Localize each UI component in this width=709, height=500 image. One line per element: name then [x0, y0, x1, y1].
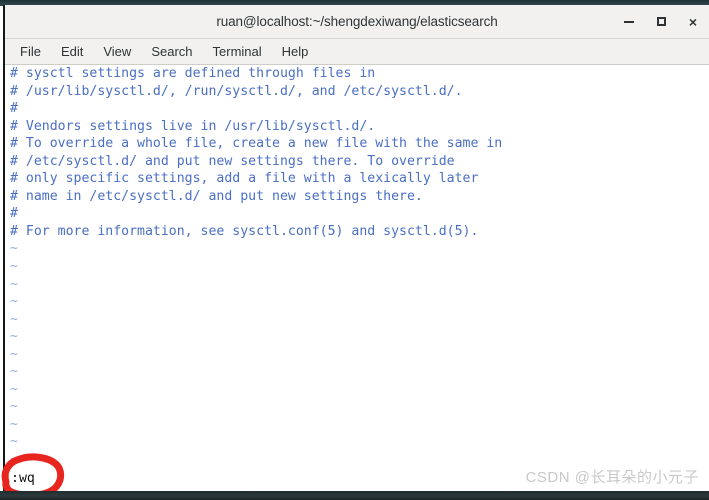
- menu-item-help[interactable]: Help: [272, 42, 319, 62]
- menu-item-search[interactable]: Search: [141, 42, 202, 62]
- vim-buffer-line: #: [10, 101, 18, 117]
- terminal-content[interactable]: # sysctl settings are defined through fi…: [5, 65, 709, 492]
- vim-empty-line-marker: ~: [10, 434, 18, 450]
- close-icon: ×: [688, 13, 698, 30]
- vim-buffer-line: # name in /etc/sysctl.d/ and put new set…: [10, 188, 423, 204]
- vim-buffer-line: # sysctl settings are defined through fi…: [10, 66, 376, 81]
- menu-item-view[interactable]: View: [93, 42, 141, 62]
- vim-empty-line-marker: ~: [10, 416, 18, 432]
- maximize-button[interactable]: [653, 14, 669, 30]
- vim-empty-line-marker: ~: [10, 346, 18, 362]
- close-button[interactable]: ×: [685, 14, 701, 30]
- window-title: ruan@localhost:~/shengdexiwang/elasticse…: [216, 14, 498, 29]
- watermark-text: CSDN @长耳朵的小元子: [525, 469, 699, 486]
- vim-empty-line-marker: ~: [10, 399, 18, 415]
- minimize-button[interactable]: [621, 14, 637, 30]
- menu-item-file[interactable]: File: [17, 42, 51, 62]
- vim-empty-line-marker: ~: [10, 294, 18, 310]
- vim-empty-line-marker: ~: [10, 364, 18, 380]
- desktop-panel-bottom: [0, 491, 709, 500]
- title-bar[interactable]: ruan@localhost:~/shengdexiwang/elasticse…: [5, 5, 709, 39]
- vim-buffer-line: # only specific settings, add a file wit…: [10, 171, 479, 187]
- vim-buffer: # sysctl settings are defined through fi…: [5, 65, 709, 469]
- vim-buffer-line: # /etc/sysctl.d/ and put new settings th…: [10, 153, 455, 169]
- terminal-window: ruan@localhost:~/shengdexiwang/elasticse…: [3, 5, 709, 492]
- vim-buffer-line: # /usr/lib/sysctl.d/, /run/sysctl.d/, an…: [10, 83, 463, 99]
- vim-buffer-line: # To override a whole file, create a new…: [10, 136, 503, 152]
- vim-empty-line-marker: ~: [10, 259, 18, 275]
- vim-empty-line-marker: ~: [10, 311, 18, 327]
- menu-item-edit[interactable]: Edit: [51, 42, 93, 62]
- minimize-icon: [624, 20, 634, 23]
- menu-item-terminal[interactable]: Terminal: [203, 42, 272, 62]
- vim-empty-line-marker: ~: [10, 381, 18, 397]
- vim-command-text: :wq: [11, 471, 35, 486]
- vim-empty-line-marker: ~: [10, 276, 18, 292]
- vim-buffer-line: #: [10, 206, 18, 222]
- vim-buffer-line: # For more information, see sysctl.conf(…: [10, 223, 479, 239]
- window-controls: ×: [621, 5, 705, 38]
- vim-buffer-line: # Vendors settings live in /usr/lib/sysc…: [10, 118, 376, 134]
- vim-empty-line-marker: ~: [10, 329, 18, 345]
- vim-empty-line-marker: ~: [10, 241, 18, 257]
- screen: ruan@localhost:~/shengdexiwang/elasticse…: [0, 0, 709, 500]
- maximize-icon: [656, 17, 666, 26]
- menu-bar: File Edit View Search Terminal Help: [5, 39, 709, 65]
